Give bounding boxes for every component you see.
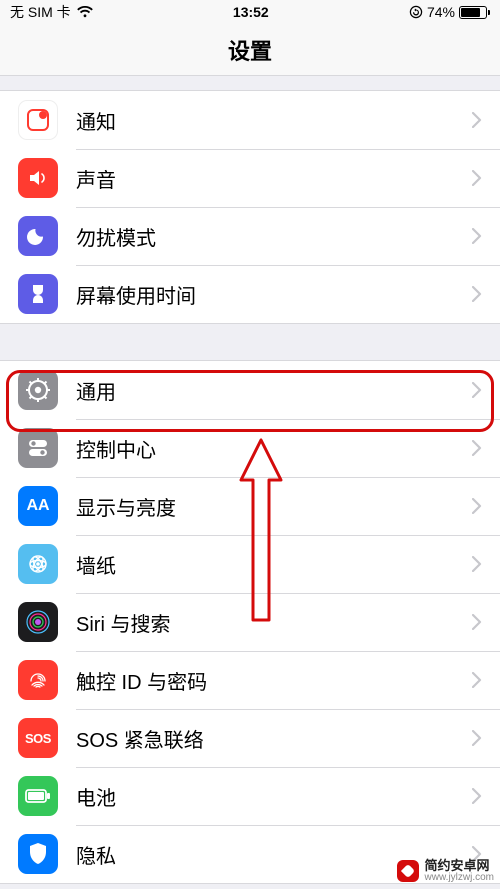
battery-row-icon [18,776,58,816]
row-touchid[interactable]: 触控 ID 与密码 [0,651,500,709]
row-notifications[interactable]: 通知 [0,91,500,149]
chevron-right-icon [472,112,482,128]
watermark: 简约安卓网 www.jylzwj.com [397,859,494,883]
status-right: 74% [409,4,490,20]
chevron-right-icon [472,556,482,572]
settings-group-1: 通知 声音 勿扰模式 屏幕使用时间 [0,90,500,324]
row-wallpaper[interactable]: 墙纸 [0,535,500,593]
chevron-right-icon [472,170,482,186]
watermark-line2: www.jylzwj.com [425,873,494,884]
row-label: 屏幕使用时间 [76,280,472,309]
display-icon: AA [18,486,58,526]
display-aa-text: AA [26,497,49,515]
battery-percent: 74% [427,4,455,20]
row-label: 显示与亮度 [76,492,472,521]
watermark-line1: 简约安卓网 [425,859,494,873]
row-label: 电池 [76,782,472,811]
chevron-right-icon [472,286,482,302]
row-label: 通知 [76,106,472,135]
privacy-icon [18,834,58,874]
row-label: SOS 紧急联络 [76,724,472,753]
chevron-right-icon [472,440,482,456]
sounds-icon [18,158,58,198]
row-label: 控制中心 [76,434,472,463]
row-label: 墙纸 [76,550,472,579]
settings-group-2: 通用 控制中心 AA 显示与亮度 墙纸 Siri 与搜索 触控 ID 与密码 [0,360,500,884]
sos-icon: SOS [18,718,58,758]
chevron-right-icon [472,498,482,514]
control-center-icon [18,428,58,468]
row-label: 触控 ID 与密码 [76,666,472,695]
status-time: 13:52 [233,4,269,20]
row-label: Siri 与搜索 [76,608,472,637]
row-label: 声音 [76,164,472,193]
wifi-icon [77,6,93,18]
row-label: 通用 [76,376,472,405]
row-general[interactable]: 通用 [0,361,500,419]
touchid-icon [18,660,58,700]
orientation-lock-icon [409,5,423,19]
row-screentime[interactable]: 屏幕使用时间 [0,265,500,323]
sos-text: SOS [25,731,51,746]
chevron-right-icon [472,788,482,804]
screentime-icon [18,274,58,314]
row-dnd[interactable]: 勿扰模式 [0,207,500,265]
chevron-right-icon [472,730,482,746]
row-siri[interactable]: Siri 与搜索 [0,593,500,651]
page-title: 设置 [0,24,500,76]
row-battery[interactable]: 电池 [0,767,500,825]
general-icon [18,370,58,410]
chevron-right-icon [472,614,482,630]
status-left: 无 SIM 卡 [10,2,93,22]
row-sounds[interactable]: 声音 [0,149,500,207]
row-label: 勿扰模式 [76,222,472,251]
row-control-center[interactable]: 控制中心 [0,419,500,477]
battery-icon [459,6,490,19]
siri-icon [18,602,58,642]
chevron-right-icon [472,672,482,688]
dnd-icon [18,216,58,256]
watermark-logo-icon [397,860,419,882]
notifications-icon [18,100,58,140]
row-sos[interactable]: SOS SOS 紧急联络 [0,709,500,767]
chevron-right-icon [472,382,482,398]
status-bar: 无 SIM 卡 13:52 74% [0,0,500,24]
row-display[interactable]: AA 显示与亮度 [0,477,500,535]
carrier-text: 无 SIM 卡 [10,2,71,22]
chevron-right-icon [472,228,482,244]
wallpaper-icon [18,544,58,584]
